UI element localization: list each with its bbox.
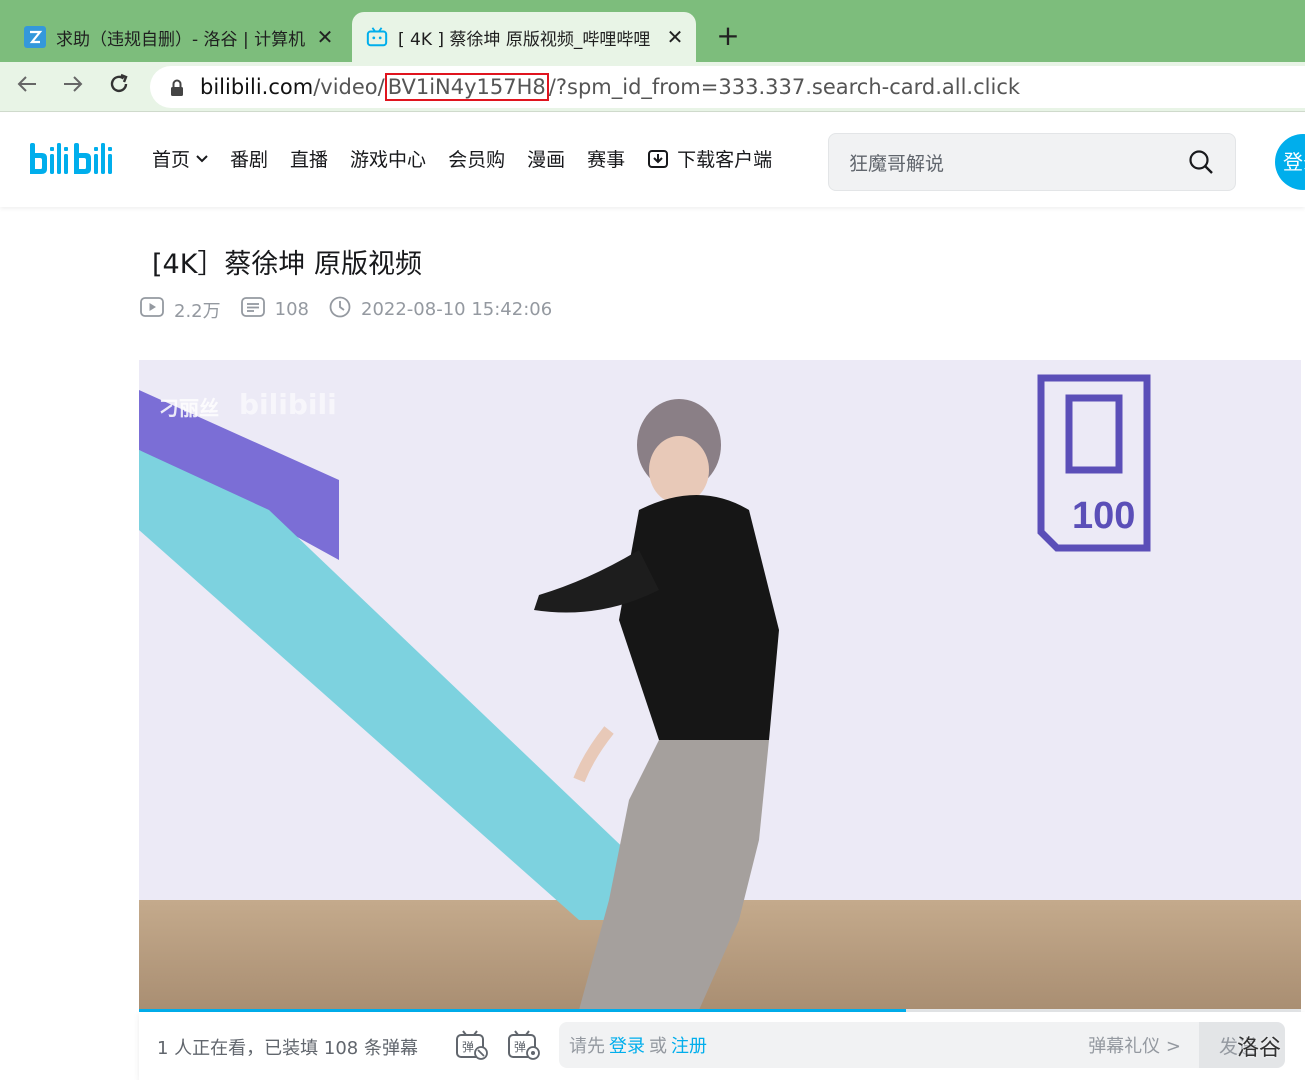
danmaku-toggle-icon[interactable]: 弹 xyxy=(455,1030,489,1060)
play-count-icon xyxy=(140,297,174,322)
url-bvid-highlight: BV1iN4y157H8 xyxy=(384,73,549,101)
view-count-value: 2.2万 xyxy=(174,300,221,322)
video-frame: 100 xyxy=(139,360,1301,1010)
bilibili-logo[interactable] xyxy=(28,137,120,183)
video-title: [4K］蔡徐坤 原版视频 xyxy=(152,249,422,280)
url-path-prefix: /video/ xyxy=(313,75,385,99)
nav-esports[interactable]: 赛事 xyxy=(587,145,625,172)
luogu-watermark: 洛谷 xyxy=(1237,1036,1282,1061)
chevron-down-icon xyxy=(196,151,208,167)
nav-live[interactable]: 直播 xyxy=(290,145,328,172)
danmaku-register-link[interactable]: 注册 xyxy=(671,1032,707,1058)
search-icon[interactable] xyxy=(1181,149,1221,175)
view-count: 2.2万 xyxy=(140,297,221,323)
nav-label: 番剧 xyxy=(230,149,269,171)
nav-label: 游戏中心 xyxy=(350,149,427,171)
nav-game-center[interactable]: 游戏中心 xyxy=(350,145,426,172)
svg-text:100: 100 xyxy=(1072,495,1135,537)
address-bar[interactable]: bilibili.com /video/ BV1iN4y157H8 /?spm_… xyxy=(150,66,1305,108)
nav-label: 直播 xyxy=(290,149,329,171)
browser-tab-luogu[interactable]: 求助（违规自删）- 洛谷 | 计算机 ✕ xyxy=(10,12,346,62)
url-rest: /?spm_id_from=333.337.search-card.all.cl… xyxy=(548,75,1021,99)
search-box[interactable]: 狂魔哥解说 xyxy=(828,133,1236,191)
danmaku-icon xyxy=(240,297,275,322)
login-avatar-button[interactable]: 登录 xyxy=(1275,134,1305,190)
new-tab-button[interactable]: + xyxy=(712,18,744,54)
back-arrow-icon[interactable] xyxy=(10,70,44,104)
danmaku-etiquette-link[interactable]: 弹幕礼仪 > xyxy=(1088,1032,1181,1058)
svg-text:弹: 弹 xyxy=(462,1040,474,1054)
nav-home[interactable]: 首页 xyxy=(152,145,208,172)
clock-icon xyxy=(329,296,361,323)
reload-icon[interactable] xyxy=(102,70,136,104)
danmaku-input[interactable]: 请先 登录 或 注册 弹幕礼仪 > xyxy=(559,1022,1199,1068)
bilibili-tv-favicon-icon xyxy=(366,26,388,48)
danmaku-login-link[interactable]: 登录 xyxy=(609,1032,645,1058)
nav-manga[interactable]: 漫画 xyxy=(527,145,565,172)
nav-label: 赛事 xyxy=(587,149,626,171)
danmaku-hint: 请先 xyxy=(569,1036,605,1057)
publish-time-value: 2022-08-10 15:42:06 xyxy=(361,299,553,320)
nav-label: 会员购 xyxy=(448,149,506,171)
nav-label: 首页 xyxy=(152,149,191,171)
search-input[interactable]: 狂魔哥解说 xyxy=(849,149,1181,176)
video-overlay-watermark: 刁丽丝 xyxy=(159,396,219,420)
video-meta: 2.2万 108 2022-08-10 15:42:06 xyxy=(140,296,572,323)
video-player[interactable]: 100 刁丽丝 bilibili xyxy=(139,360,1301,1010)
forward-arrow-icon[interactable] xyxy=(56,70,90,104)
danmaku-count-value: 108 xyxy=(274,299,309,320)
browser-tab-bilibili-active[interactable]: [ 4K ] 蔡徐坤 原版视频_哔哩哔哩 ✕ xyxy=(352,12,696,62)
tab-close-icon[interactable]: ✕ xyxy=(662,25,688,49)
lock-icon xyxy=(170,78,184,96)
danmaku-or-text: 或 xyxy=(649,1036,667,1057)
main-nav: 首页 番剧 直播 游戏中心 会员购 漫画 赛事 下载客户端 xyxy=(152,145,794,172)
nav-label: 下载客户端 xyxy=(677,149,773,171)
nav-anime[interactable]: 番剧 xyxy=(230,145,268,172)
bilibili-header: 首页 番剧 直播 游戏中心 会员购 漫画 赛事 下载客户端 狂魔哥解说 登录 xyxy=(0,113,1305,207)
danmaku-count: 108 xyxy=(240,297,309,322)
download-icon xyxy=(647,148,669,170)
tab-title: 求助（违规自删）- 洛谷 | 计算机 xyxy=(56,29,306,50)
publish-time: 2022-08-10 15:42:06 xyxy=(329,296,552,323)
browser-toolbar: bilibili.com /video/ BV1iN4y157H8 /?spm_… xyxy=(0,62,1305,112)
luogu-favicon-icon xyxy=(24,26,46,48)
url-host: bilibili.com xyxy=(200,75,314,99)
bilibili-overlay-logo: bilibili xyxy=(239,388,337,421)
danmaku-send-bar: 1 人正在看，已装填 108 条弹幕 弹 弹 请先 登录 或 注册 弹幕礼仪 >… xyxy=(139,1012,1305,1080)
svg-text:弹: 弹 xyxy=(514,1040,526,1054)
nav-label: 漫画 xyxy=(527,149,566,171)
viewer-count-text: 1 人正在看，已装填 108 条弹幕 xyxy=(157,1038,418,1059)
tab-close-icon[interactable]: ✕ xyxy=(312,25,338,49)
nav-download-client[interactable]: 下载客户端 xyxy=(647,145,772,172)
browser-tab-strip: 求助（违规自删）- 洛谷 | 计算机 ✕ [ 4K ] 蔡徐坤 原版视频_哔哩哔… xyxy=(0,0,1305,62)
tab-title: [ 4K ] 蔡徐坤 原版视频_哔哩哔哩 xyxy=(398,29,651,50)
danmaku-settings-icon[interactable]: 弹 xyxy=(507,1030,541,1060)
nav-vip-shop[interactable]: 会员购 xyxy=(448,145,505,172)
